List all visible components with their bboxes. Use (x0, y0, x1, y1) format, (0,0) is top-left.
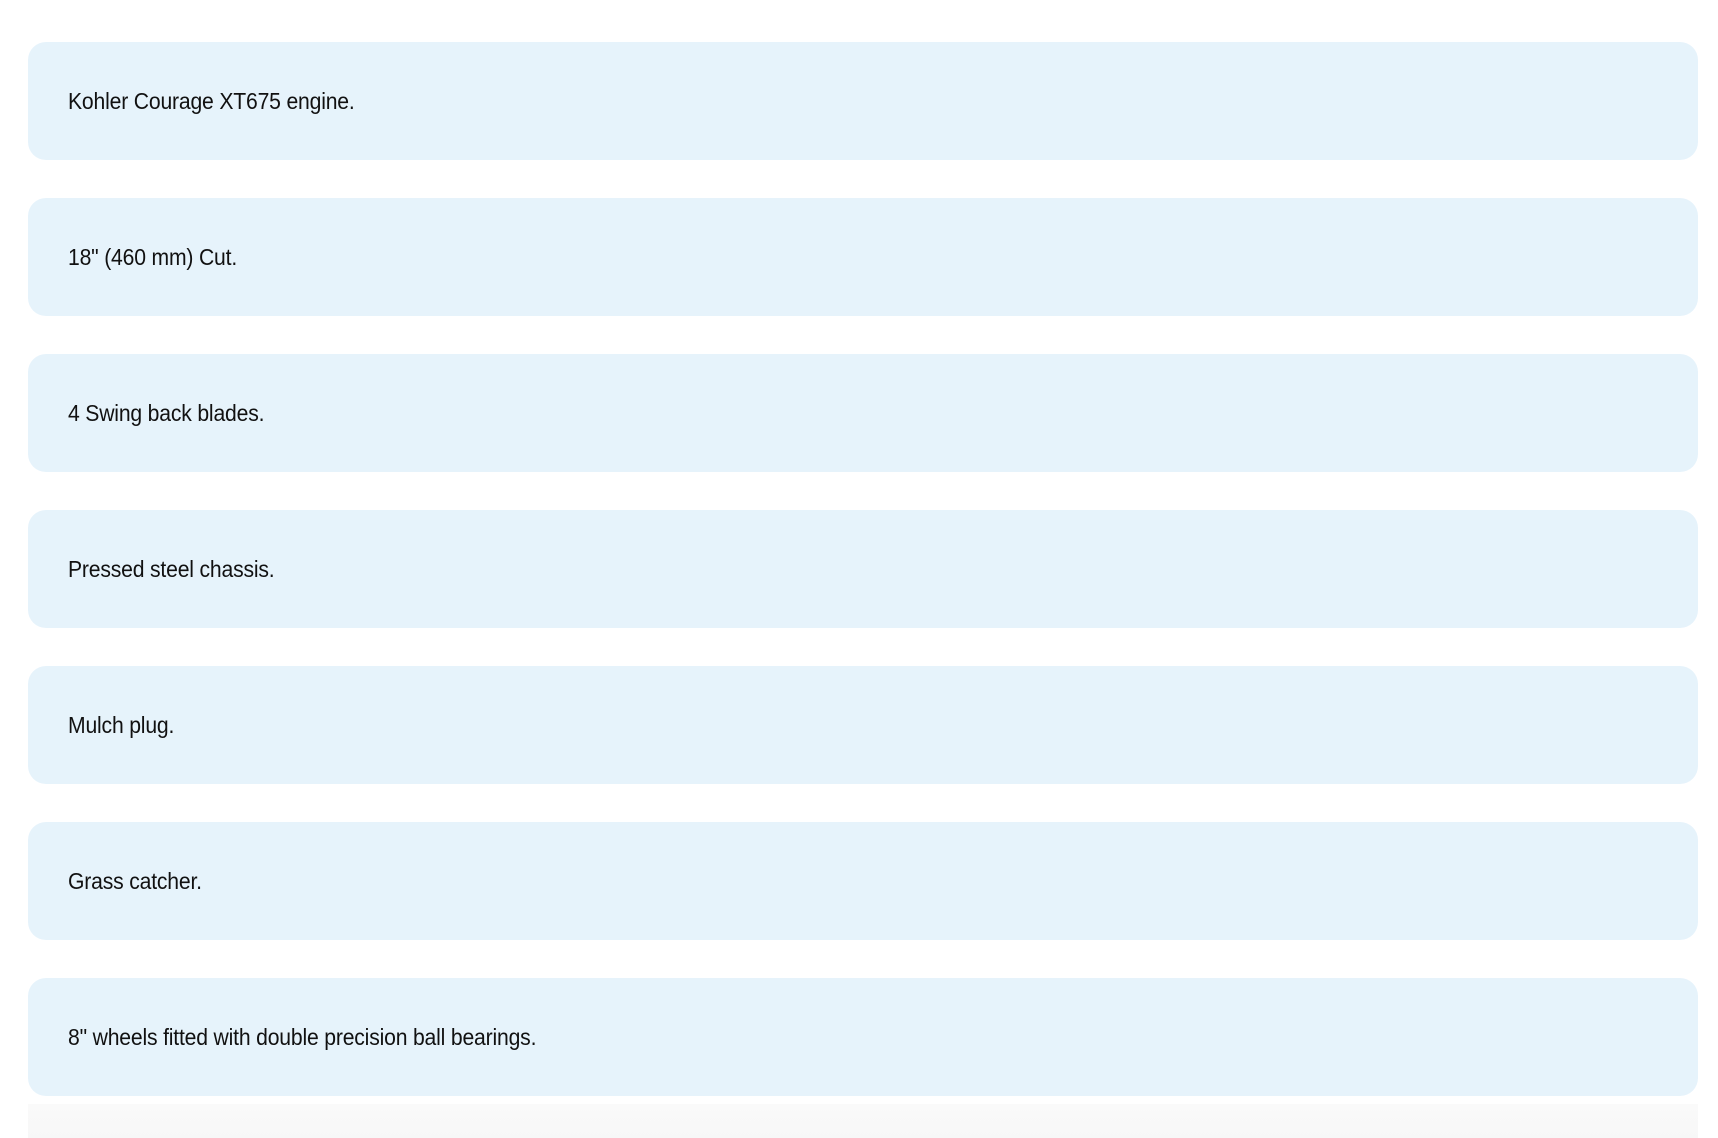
feature-item: 4 Swing back blades. (28, 354, 1698, 472)
bottom-fade (28, 1104, 1698, 1138)
feature-text: Kohler Courage XT675 engine. (68, 87, 355, 114)
feature-item: Mulch plug. (28, 666, 1698, 784)
feature-text: 8" wheels fitted with double precision b… (68, 1023, 537, 1050)
feature-text: Grass catcher. (68, 867, 202, 894)
page: Kohler Courage XT675 engine. 18" (460 mm… (0, 0, 1718, 1138)
feature-item: 8" wheels fitted with double precision b… (28, 978, 1698, 1096)
feature-item: Pressed steel chassis. (28, 510, 1698, 628)
feature-item: Grass catcher. (28, 822, 1698, 940)
feature-item: 18" (460 mm) Cut. (28, 198, 1698, 316)
feature-text: 4 Swing back blades. (68, 399, 265, 426)
feature-item: Kohler Courage XT675 engine. (28, 42, 1698, 160)
feature-text: Mulch plug. (68, 711, 175, 738)
feature-text: Pressed steel chassis. (68, 555, 275, 582)
feature-text: 18" (460 mm) Cut. (68, 243, 238, 270)
feature-list: Kohler Courage XT675 engine. 18" (460 mm… (28, 42, 1698, 1096)
